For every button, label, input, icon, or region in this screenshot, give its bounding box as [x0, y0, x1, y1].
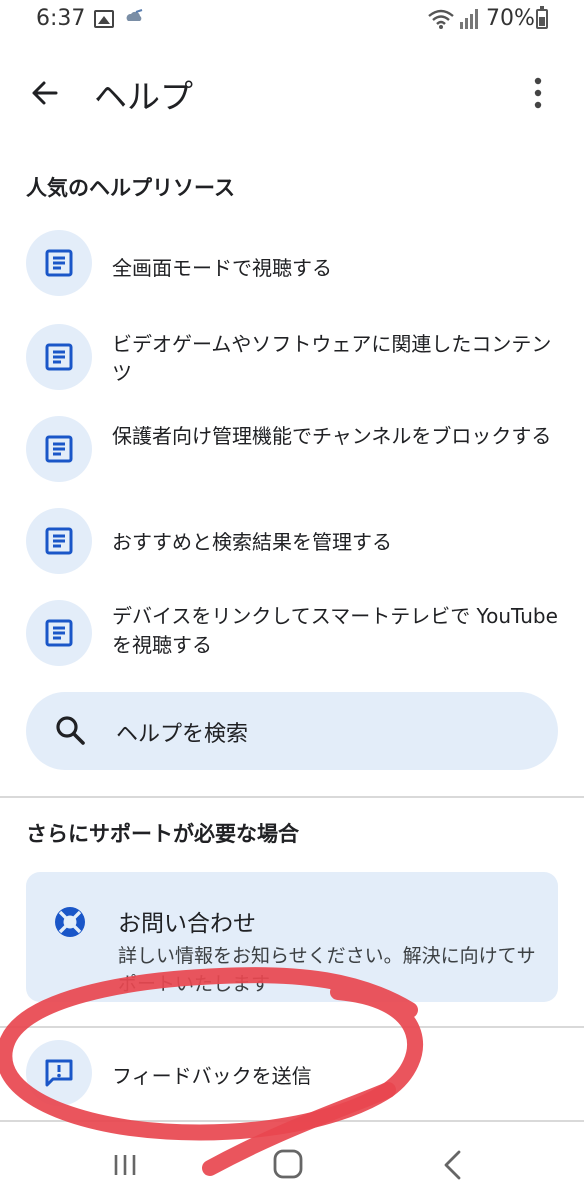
gallery-notification-icon: [94, 10, 114, 28]
support-lifebuoy-icon: [55, 907, 85, 937]
app-bar: ヘルプ: [0, 52, 584, 132]
send-feedback-item[interactable]: フィードバックを送信: [0, 1030, 584, 1118]
back-arrow-icon[interactable]: [22, 70, 68, 116]
status-bar: 6:37 70%: [0, 0, 584, 40]
status-time: 6:37: [36, 6, 86, 31]
feedback-icon: [26, 1040, 92, 1106]
resource-label: デバイスをリンクしてスマートテレビで YouTube を視聴する: [112, 604, 558, 657]
recent-apps-icon[interactable]: [110, 1152, 140, 1178]
send-feedback-label: フィードバックを送信: [112, 1064, 312, 1088]
article-icon: [26, 508, 92, 574]
battery-percentage: 70%: [486, 6, 535, 31]
wifi-icon: [428, 9, 454, 29]
more-options-icon[interactable]: [522, 72, 554, 114]
search-icon: [56, 716, 85, 745]
search-help-button[interactable]: ヘルプを検索: [26, 692, 558, 770]
resource-label: おすすめと検索結果を管理する: [112, 530, 392, 554]
resource-item[interactable]: ビデオゲームやソフトウェアに関連したコンテンツ: [0, 314, 584, 396]
article-icon: [26, 324, 92, 390]
article-icon: [26, 230, 92, 296]
back-nav-icon[interactable]: [440, 1148, 464, 1182]
signal-icon: [460, 9, 478, 29]
divider: [0, 796, 584, 798]
battery-icon: [536, 6, 548, 29]
home-icon[interactable]: [272, 1148, 304, 1180]
popular-resources-heading: 人気のヘルプリソース: [26, 176, 235, 200]
weather-icon: [126, 9, 143, 21]
system-navigation-bar: [0, 1124, 584, 1200]
support-heading: さらにサポートが必要な場合: [26, 822, 299, 846]
resource-label: 保護者向け管理機能でチャンネルをブロックする: [112, 424, 552, 448]
divider: [0, 1026, 584, 1028]
resource-item[interactable]: おすすめと検索結果を管理する: [0, 498, 584, 580]
article-icon: [26, 416, 92, 482]
page-title: ヘルプ: [94, 77, 193, 116]
search-help-label: ヘルプを検索: [116, 722, 249, 747]
divider: [0, 1120, 584, 1122]
resource-label: 全画面モードで視聴する: [112, 256, 332, 280]
resource-label: ビデオゲームやソフトウェアに関連したコンテンツ: [112, 332, 552, 385]
resource-item[interactable]: デバイスをリンクしてスマートテレビで YouTube を視聴する: [0, 590, 584, 672]
contact-us-description: 詳しい情報をお知らせください。解決に向けてサポートいたします: [118, 945, 536, 995]
contact-us-card[interactable]: お問い合わせ 詳しい情報をお知らせください。解決に向けてサポートいたします: [26, 872, 558, 1002]
resource-item[interactable]: 全画面モードで視聴する: [0, 222, 584, 304]
resource-item[interactable]: 保護者向け管理機能でチャンネルをブロックする: [0, 406, 584, 488]
article-icon: [26, 600, 92, 666]
contact-us-title: お問い合わせ: [118, 911, 256, 937]
